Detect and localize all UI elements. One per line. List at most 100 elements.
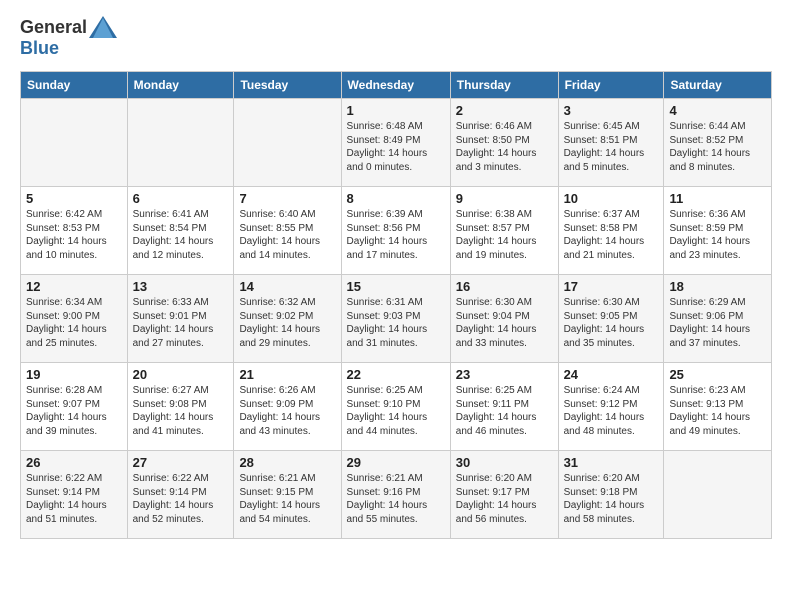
day-info: Sunrise: 6:40 AMSunset: 8:55 PMDaylight:… bbox=[239, 208, 335, 262]
calendar-cell: 21 Sunrise: 6:26 AMSunset: 9:09 PMDayligh… bbox=[234, 363, 341, 451]
day-number: 17 bbox=[564, 279, 659, 294]
day-number: 3 bbox=[564, 103, 659, 118]
calendar-cell: 24Sunrise: 6:24 AMSunset: 9:12 PMDayligh… bbox=[558, 363, 664, 451]
day-number: 18 bbox=[669, 279, 766, 294]
calendar-cell bbox=[21, 99, 128, 187]
calendar-cell: 27 Sunrise: 6:22 AMSunset: 9:14 PMDayligh… bbox=[127, 451, 234, 539]
day-number: 10 bbox=[564, 191, 659, 206]
weekday-header: Saturday bbox=[664, 72, 772, 99]
day-info: Sunrise: 6:31 AMSunset: 9:03 PMDaylight:… bbox=[347, 296, 445, 350]
day-info: Sunrise: 6:21 AMSunset: 9:15 PMDaylight:… bbox=[239, 472, 335, 526]
day-number: 4 bbox=[669, 103, 766, 118]
day-number: 12 bbox=[26, 279, 122, 294]
calendar-cell bbox=[127, 99, 234, 187]
day-number: 21 bbox=[239, 367, 335, 382]
calendar-cell bbox=[234, 99, 341, 187]
calendar-cell: 5 Sunrise: 6:42 AMSunset: 8:53 PMDaylight… bbox=[21, 187, 128, 275]
day-number: 16 bbox=[456, 279, 553, 294]
weekday-header: Sunday bbox=[21, 72, 128, 99]
header: GeneralBlue bbox=[20, 16, 772, 59]
day-info: Sunrise: 6:45 AMSunset: 8:51 PMDaylight:… bbox=[564, 120, 659, 174]
day-number: 27 bbox=[133, 455, 229, 470]
calendar-cell: 14 Sunrise: 6:32 AMSunset: 9:02 PMDayligh… bbox=[234, 275, 341, 363]
weekday-header: Tuesday bbox=[234, 72, 341, 99]
calendar-cell: 7 Sunrise: 6:40 AMSunset: 8:55 PMDaylight… bbox=[234, 187, 341, 275]
calendar-cell bbox=[664, 451, 772, 539]
day-info: Sunrise: 6:38 AMSunset: 8:57 PMDaylight:… bbox=[456, 208, 553, 262]
day-info: Sunrise: 6:33 AMSunset: 9:01 PMDaylight:… bbox=[133, 296, 229, 350]
calendar-row: 5 Sunrise: 6:42 AMSunset: 8:53 PMDaylight… bbox=[21, 187, 772, 275]
day-number: 6 bbox=[133, 191, 229, 206]
day-info: Sunrise: 6:26 AMSunset: 9:09 PMDaylight:… bbox=[239, 384, 335, 438]
calendar-header-row: SundayMondayTuesdayWednesdayThursdayFrid… bbox=[21, 72, 772, 99]
day-info: Sunrise: 6:22 AMSunset: 9:14 PMDaylight:… bbox=[26, 472, 122, 526]
day-number: 23 bbox=[456, 367, 553, 382]
day-number: 22 bbox=[347, 367, 445, 382]
calendar-cell: 15 Sunrise: 6:31 AMSunset: 9:03 PMDayligh… bbox=[341, 275, 450, 363]
calendar-cell: 16 Sunrise: 6:30 AMSunset: 9:04 PMDayligh… bbox=[450, 275, 558, 363]
day-info: Sunrise: 6:21 AMSunset: 9:16 PMDaylight:… bbox=[347, 472, 445, 526]
day-number: 20 bbox=[133, 367, 229, 382]
day-number: 11 bbox=[669, 191, 766, 206]
weekday-header: Thursday bbox=[450, 72, 558, 99]
day-number: 1 bbox=[347, 103, 445, 118]
day-number: 2 bbox=[456, 103, 553, 118]
day-number: 29 bbox=[347, 455, 445, 470]
day-info: Sunrise: 6:48 AMSunset: 8:49 PMDaylight:… bbox=[347, 120, 445, 174]
day-number: 13 bbox=[133, 279, 229, 294]
day-info: Sunrise: 6:41 AMSunset: 8:54 PMDaylight:… bbox=[133, 208, 229, 262]
day-number: 28 bbox=[239, 455, 335, 470]
calendar-cell: 9Sunrise: 6:38 AMSunset: 8:57 PMDaylight… bbox=[450, 187, 558, 275]
calendar-cell: 26 Sunrise: 6:22 AMSunset: 9:14 PMDayligh… bbox=[21, 451, 128, 539]
weekday-header: Friday bbox=[558, 72, 664, 99]
day-number: 31 bbox=[564, 455, 659, 470]
day-number: 15 bbox=[347, 279, 445, 294]
day-info: Sunrise: 6:25 AMSunset: 9:10 PMDaylight:… bbox=[347, 384, 445, 438]
logo-general-text: General bbox=[20, 17, 87, 38]
day-info: Sunrise: 6:20 AMSunset: 9:17 PMDaylight:… bbox=[456, 472, 553, 526]
day-info: Sunrise: 6:32 AMSunset: 9:02 PMDaylight:… bbox=[239, 296, 335, 350]
day-number: 25 bbox=[669, 367, 766, 382]
page: GeneralBlue SundayMondayTuesdayWednesday… bbox=[0, 0, 792, 555]
calendar-cell: 12Sunrise: 6:34 AMSunset: 9:00 PMDayligh… bbox=[21, 275, 128, 363]
day-info: Sunrise: 6:28 AMSunset: 9:07 PMDaylight:… bbox=[26, 384, 122, 438]
calendar-cell: 20 Sunrise: 6:27 AMSunset: 9:08 PMDayligh… bbox=[127, 363, 234, 451]
calendar-table: SundayMondayTuesdayWednesdayThursdayFrid… bbox=[20, 71, 772, 539]
calendar-cell: 10 Sunrise: 6:37 AMSunset: 8:58 PMDayligh… bbox=[558, 187, 664, 275]
day-info: Sunrise: 6:42 AMSunset: 8:53 PMDaylight:… bbox=[26, 208, 122, 262]
day-info: Sunrise: 6:30 AMSunset: 9:04 PMDaylight:… bbox=[456, 296, 553, 350]
calendar-cell: 1 Sunrise: 6:48 AMSunset: 8:49 PMDaylight… bbox=[341, 99, 450, 187]
weekday-header: Wednesday bbox=[341, 72, 450, 99]
calendar-cell: 6 Sunrise: 6:41 AMSunset: 8:54 PMDaylight… bbox=[127, 187, 234, 275]
calendar-cell: 11Sunrise: 6:36 AMSunset: 8:59 PMDayligh… bbox=[664, 187, 772, 275]
calendar-cell: 31Sunrise: 6:20 AMSunset: 9:18 PMDayligh… bbox=[558, 451, 664, 539]
calendar-cell: 17Sunrise: 6:30 AMSunset: 9:05 PMDayligh… bbox=[558, 275, 664, 363]
day-info: Sunrise: 6:27 AMSunset: 9:08 PMDaylight:… bbox=[133, 384, 229, 438]
calendar-row: 1 Sunrise: 6:48 AMSunset: 8:49 PMDaylight… bbox=[21, 99, 772, 187]
logo-icon bbox=[89, 16, 117, 38]
calendar-cell: 29 Sunrise: 6:21 AMSunset: 9:16 PMDayligh… bbox=[341, 451, 450, 539]
day-number: 7 bbox=[239, 191, 335, 206]
logo: GeneralBlue bbox=[20, 16, 117, 59]
day-info: Sunrise: 6:37 AMSunset: 8:58 PMDaylight:… bbox=[564, 208, 659, 262]
day-info: Sunrise: 6:44 AMSunset: 8:52 PMDaylight:… bbox=[669, 120, 766, 174]
day-info: Sunrise: 6:23 AMSunset: 9:13 PMDaylight:… bbox=[669, 384, 766, 438]
calendar-cell: 28 Sunrise: 6:21 AMSunset: 9:15 PMDayligh… bbox=[234, 451, 341, 539]
calendar-cell: 22 Sunrise: 6:25 AMSunset: 9:10 PMDayligh… bbox=[341, 363, 450, 451]
day-number: 30 bbox=[456, 455, 553, 470]
calendar-cell: 13 Sunrise: 6:33 AMSunset: 9:01 PMDayligh… bbox=[127, 275, 234, 363]
day-number: 14 bbox=[239, 279, 335, 294]
day-info: Sunrise: 6:39 AMSunset: 8:56 PMDaylight:… bbox=[347, 208, 445, 262]
calendar-row: 12Sunrise: 6:34 AMSunset: 9:00 PMDayligh… bbox=[21, 275, 772, 363]
logo-blue-text: Blue bbox=[20, 38, 59, 59]
day-info: Sunrise: 6:25 AMSunset: 9:11 PMDaylight:… bbox=[456, 384, 553, 438]
day-number: 8 bbox=[347, 191, 445, 206]
day-info: Sunrise: 6:24 AMSunset: 9:12 PMDaylight:… bbox=[564, 384, 659, 438]
calendar-cell: 19Sunrise: 6:28 AMSunset: 9:07 PMDayligh… bbox=[21, 363, 128, 451]
day-number: 26 bbox=[26, 455, 122, 470]
calendar-cell: 23 Sunrise: 6:25 AMSunset: 9:11 PMDayligh… bbox=[450, 363, 558, 451]
calendar-cell: 3 Sunrise: 6:45 AMSunset: 8:51 PMDaylight… bbox=[558, 99, 664, 187]
calendar-row: 26 Sunrise: 6:22 AMSunset: 9:14 PMDayligh… bbox=[21, 451, 772, 539]
day-info: Sunrise: 6:22 AMSunset: 9:14 PMDaylight:… bbox=[133, 472, 229, 526]
day-number: 5 bbox=[26, 191, 122, 206]
